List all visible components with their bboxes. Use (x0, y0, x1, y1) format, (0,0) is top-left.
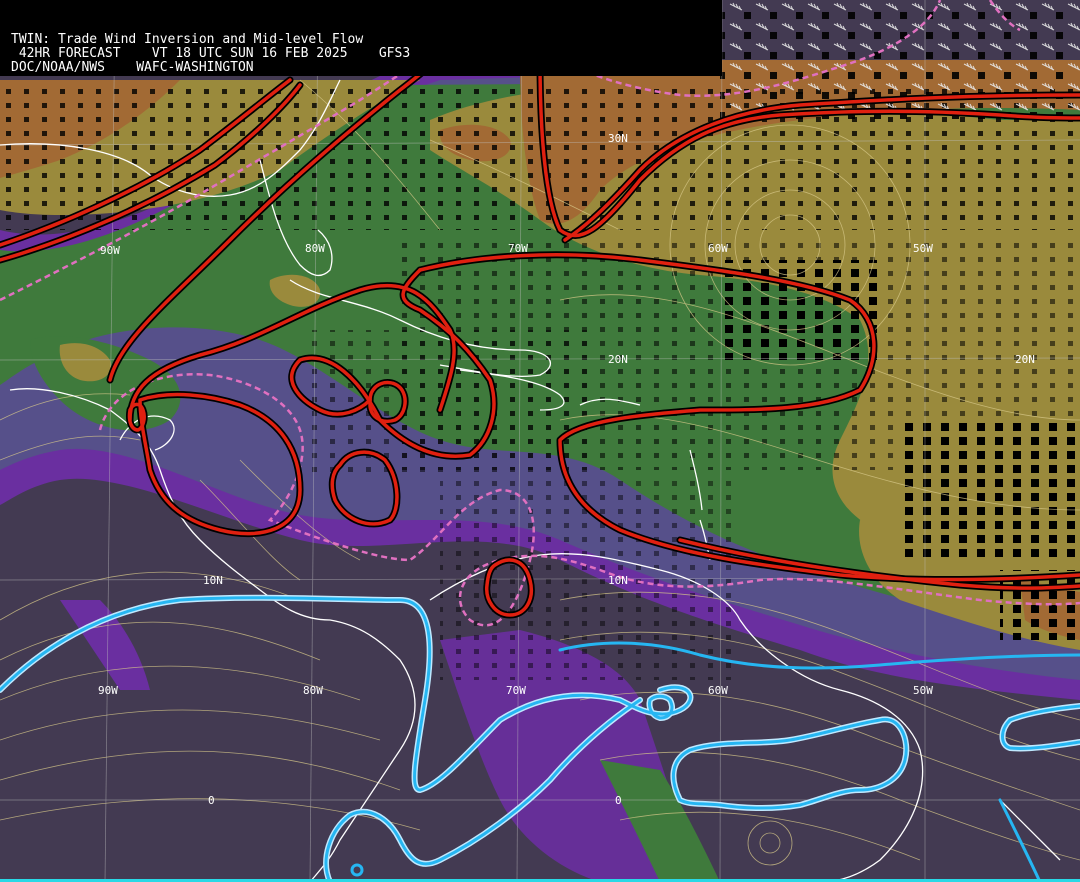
lat-label-10n-west: 10N (203, 574, 223, 587)
lon-label-60w-south: 60W (708, 684, 728, 697)
lat-label-30n: 30N (608, 132, 628, 145)
lon-label-90w-north: 90W (100, 244, 120, 257)
weather-map: 90W 80W 70W 60W 50W 90W 80W 70W 60W 50W … (0, 0, 1080, 882)
lon-label-50w-south: 50W (913, 684, 933, 697)
lat-label-20n-center: 20N (608, 353, 628, 366)
lon-label-50w-north: 50W (913, 242, 933, 255)
lon-label-90w-south: 90W (98, 684, 118, 697)
map-title: TWIN: Trade Wind Inversion and Mid-level… (11, 32, 364, 47)
forecast-valid-time: 42HR FORECAST VT 18 UTC SUN 16 FEB 2025 … (11, 46, 411, 61)
lon-label-60w-north: 60W (708, 242, 728, 255)
lat-label-10n-center: 10N (608, 574, 628, 587)
lon-label-70w-south: 70W (506, 684, 526, 697)
lon-label-70w-north: 70W (508, 242, 528, 255)
lat-label-0-center: 0 (615, 794, 622, 807)
lat-label-20n-east: 20N (1015, 353, 1035, 366)
lon-label-80w-north: 80W (305, 242, 325, 255)
lat-label-0-west: 0 (208, 794, 215, 807)
map-title-box: TWIN: Trade Wind Inversion and Mid-level… (0, 0, 722, 76)
map-source: DOC/NOAA/NWS WAFC-WASHINGTON (11, 60, 254, 75)
lon-label-80w-south: 80W (303, 684, 323, 697)
